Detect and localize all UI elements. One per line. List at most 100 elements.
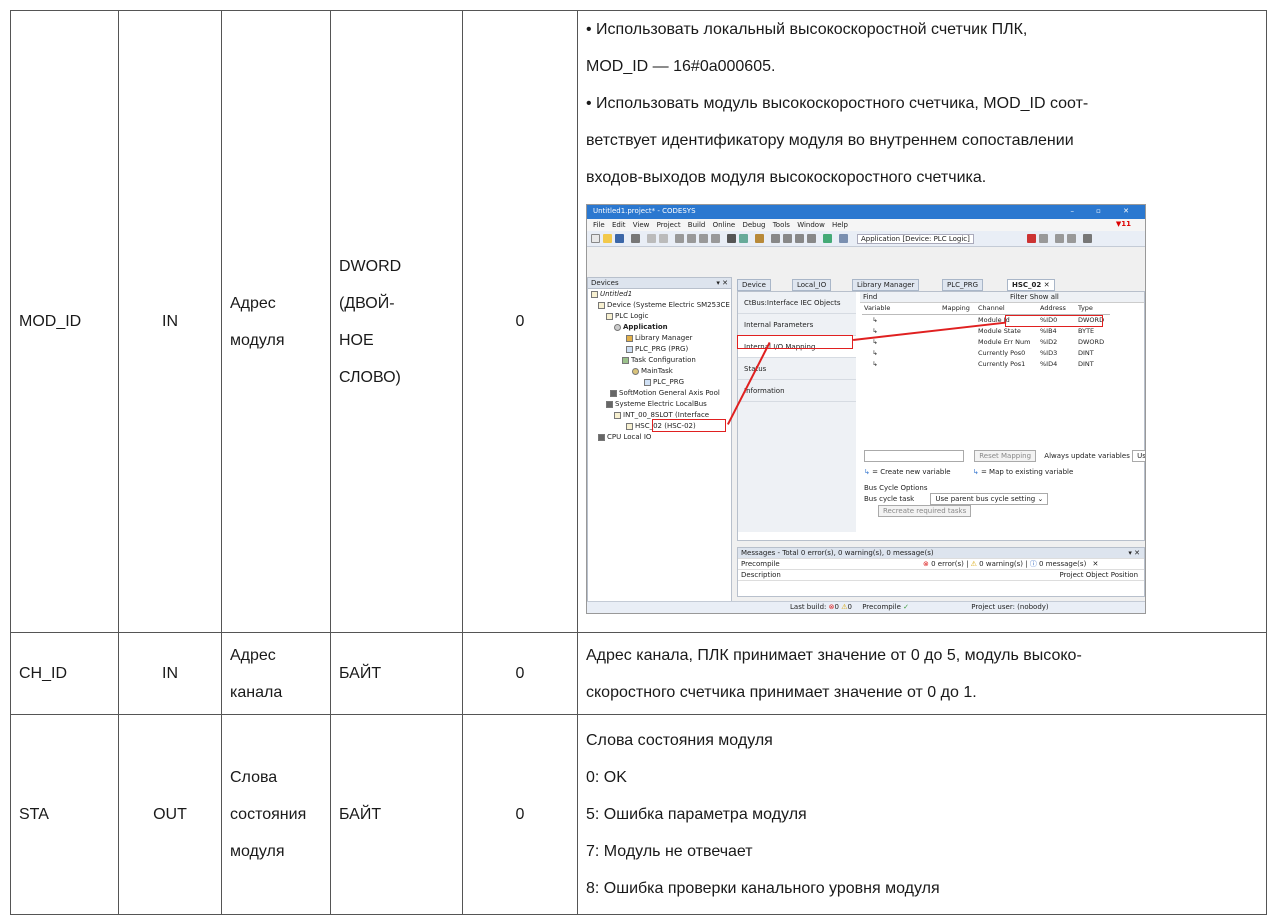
col-variable[interactable]: Variable [862, 303, 940, 315]
menu-file[interactable]: File [593, 221, 605, 229]
step-out-icon[interactable] [807, 234, 816, 243]
messages-header: Messages - Total 0 error(s), 0 warning(s… [738, 548, 1144, 559]
project-icon [591, 290, 598, 298]
update-select[interactable]: Use par [1132, 450, 1145, 462]
param-type: DWORD (ДВОЙ- НОЕ СЛОВО) [330, 10, 463, 633]
map-variable-icon: ↳ [864, 360, 878, 368]
note-line: Слова состояния модуля [586, 732, 773, 749]
open-folder-icon[interactable] [603, 234, 612, 243]
alarm-flag-icon[interactable]: ▼11 [1116, 220, 1131, 229]
menu-edit[interactable]: Edit [612, 221, 626, 229]
tree-item-plc-logic[interactable]: PLC Logic [588, 311, 731, 322]
step-icon[interactable] [783, 234, 792, 243]
menu-build[interactable]: Build [688, 221, 706, 229]
new-file-icon[interactable] [591, 234, 600, 243]
replace-icon[interactable] [739, 234, 748, 243]
mapping-input[interactable] [864, 450, 964, 462]
col-type[interactable]: Type [1076, 303, 1110, 315]
build-icon[interactable] [823, 234, 832, 243]
run-icon[interactable] [1055, 234, 1064, 243]
col-address[interactable]: Address [1038, 303, 1076, 315]
logout-icon[interactable] [1039, 234, 1048, 243]
tree-item-device[interactable]: Device (Systeme Electric SM253CE [588, 300, 731, 311]
vtab-internal-parameters[interactable]: Internal Parameters [738, 314, 856, 336]
tree-item-localbus[interactable]: Systeme Electric LocalBus [588, 399, 731, 410]
paste-icon[interactable] [699, 234, 708, 243]
errors-count[interactable]: 0 error(s) [931, 560, 964, 568]
col-channel[interactable]: Channel [976, 303, 1038, 315]
vtab-ctbus[interactable]: CtBus:Interface IEC Objects [738, 292, 856, 314]
tree-item-cpu-local-io[interactable]: CPU Local IO [588, 432, 731, 443]
warnings-count[interactable]: 0 warning(s) [979, 560, 1023, 568]
stop-icon[interactable] [1067, 234, 1076, 243]
login-icon[interactable] [1027, 234, 1036, 243]
menu-project[interactable]: Project [657, 221, 681, 229]
vtab-information[interactable]: Information [738, 380, 856, 402]
type-line: (ДВОЙ- [339, 294, 395, 312]
tree-item-plc-prg[interactable]: PLC_PRG (PRG) [588, 344, 731, 355]
step-over-icon[interactable] [795, 234, 804, 243]
menu-online[interactable]: Online [713, 221, 736, 229]
filter-value[interactable]: Show all [1030, 293, 1059, 301]
tree-item-task-config[interactable]: Task Configuration [588, 355, 731, 366]
undo-icon[interactable] [647, 234, 656, 243]
tree-item-task-plc-prg[interactable]: PLC_PRG [588, 377, 731, 388]
tree-label: Library Manager [635, 334, 693, 342]
menu-view[interactable]: View [633, 221, 650, 229]
cut-icon[interactable] [675, 234, 684, 243]
library-icon[interactable] [755, 234, 764, 243]
panel-pin-close-icon[interactable]: ▾ ✕ [716, 279, 728, 288]
tree-item-softmotion[interactable]: SoftMotion General Axis Pool [588, 388, 731, 399]
menu-help[interactable]: Help [832, 221, 848, 229]
table-row[interactable]: ↳ Module Err Num %ID2 DWORD [862, 337, 1110, 348]
table-row-mod-id: MOD_ID IN Адрес модуля DWORD (ДВОЙ- НОЕ … [10, 10, 1267, 633]
panel-pin-close-icon[interactable]: ▾ ✕ [1128, 548, 1140, 559]
param-name: MOD_ID [10, 10, 119, 633]
tools-icon[interactable] [1083, 234, 1092, 243]
tree-item-project[interactable]: Untitled1 [588, 289, 731, 300]
menu-debug[interactable]: Debug [742, 221, 765, 229]
tree-item-application[interactable]: Application [588, 322, 731, 333]
print-icon[interactable] [631, 234, 640, 243]
recreate-tasks-button[interactable]: Recreate required tasks [878, 505, 972, 517]
breakpoint-icon[interactable] [771, 234, 780, 243]
col-mapping[interactable]: Mapping [940, 303, 976, 315]
message-source-select[interactable]: Precompile [741, 560, 780, 568]
menu-window[interactable]: Window [797, 221, 825, 229]
filter-label[interactable]: Filter [1010, 293, 1027, 301]
table-row[interactable]: ↳ Module State %IB4 BYTE [862, 326, 1110, 337]
clear-messages-icon[interactable]: ✕ [1093, 560, 1099, 568]
table-row[interactable]: ↳ Currently Pos1 %ID4 DINT [862, 359, 1110, 370]
copy-icon[interactable] [687, 234, 696, 243]
note-line: ветствует идентификатору модуля во внутр… [586, 132, 1074, 149]
window-title: Untitled1.project* - CODESYS [593, 207, 696, 215]
save-icon[interactable] [615, 234, 624, 243]
tab-local-io[interactable]: Local_IO [792, 279, 832, 291]
desc-line: канала [230, 683, 283, 701]
tab-library-manager[interactable]: Library Manager [852, 279, 920, 291]
module-icon [614, 411, 621, 419]
menu-tools[interactable]: Tools [773, 221, 790, 229]
library-icon [626, 334, 633, 342]
tab-hsc02[interactable]: HSC_02 ✕ [1007, 279, 1055, 291]
table-row[interactable]: ↳ Currently Pos0 %ID3 DINT [862, 348, 1110, 359]
find-label[interactable]: Find [863, 293, 877, 301]
messages-count[interactable]: 0 message(s) [1039, 560, 1086, 568]
map-variable-icon: ↳ [864, 316, 878, 324]
tree-item-maintask[interactable]: MainTask [588, 366, 731, 377]
cell-type: DINT [1078, 360, 1094, 368]
reset-mapping-button[interactable]: Reset Mapping [974, 450, 1037, 462]
delete-icon[interactable] [711, 234, 720, 243]
tree-item-library-manager[interactable]: Library Manager [588, 333, 731, 344]
info-icon: ⓘ [1029, 560, 1037, 568]
tab-plc-prg[interactable]: PLC_PRG [942, 279, 984, 291]
tab-device[interactable]: Device [737, 279, 771, 291]
bus-cycle-select[interactable]: Use parent bus cycle setting ⌄ [930, 493, 1049, 505]
check-icon: ✓ [903, 603, 910, 611]
application-selector[interactable]: Application [Device: PLC Logic] [857, 234, 974, 244]
device-icon[interactable] [839, 234, 848, 243]
window-controls: – ▫ ✕ [1070, 207, 1139, 215]
find-icon[interactable] [727, 234, 736, 243]
param-type: БАЙТ [330, 714, 463, 915]
redo-icon[interactable] [659, 234, 668, 243]
